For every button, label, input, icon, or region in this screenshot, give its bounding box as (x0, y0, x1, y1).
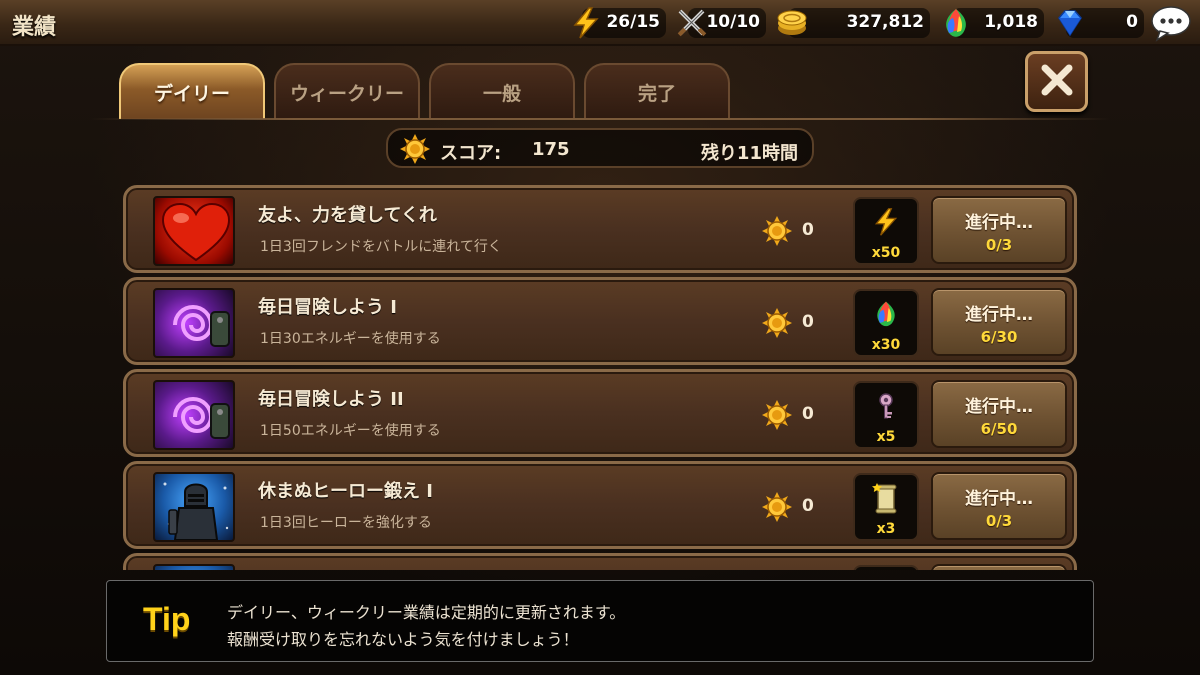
scroll-icon (855, 483, 917, 515)
progress-count: 6/30 (980, 328, 1018, 346)
tip-text-line-1: デイリー、ウィークリー業績は定期的に更新されます。 (227, 603, 626, 622)
reward-quantity: x50 (871, 245, 901, 261)
achievement-row[interactable]: 休まぬヒーロー鍛え I 1日3回ヒーローを強化する 0 x3 進行中… 0/3 (123, 461, 1077, 549)
achievement-name: 毎日冒険しよう I (258, 297, 397, 318)
diamond-counter[interactable]: 0 (1058, 8, 1144, 38)
achievement-list[interactable]: 友よ、力を貸してくれ 1日3回フレンドをバトルに連れて行く 0 x50 進行中…… (123, 182, 1077, 570)
tab-divider (90, 118, 1110, 120)
progress-count: 0/3 (985, 512, 1013, 530)
achievement-row[interactable]: 毎日冒険しよう II 1日50エネルギーを使用する 0 x5 進行中… 6/50 (123, 369, 1077, 457)
reward-slot[interactable] (853, 565, 919, 570)
achievement-points: 0 (802, 312, 814, 332)
tab-general[interactable]: 一般 (429, 63, 575, 119)
stamina-counter[interactable]: 26/15 (573, 7, 666, 39)
pvp-ticket-counter[interactable]: 10/10 (677, 8, 766, 38)
achievement-description: 1日50エネルギーを使用する (260, 423, 441, 439)
tip-label: Tip (143, 601, 191, 637)
top-bar: 業績 26/15 10/10 327,812 1,018 0 (0, 0, 1200, 46)
heart-icon (153, 196, 235, 266)
knight-icon (153, 564, 235, 570)
score-bar: スコア: 175 残り11時間 (386, 128, 814, 168)
sun-medal-icon (762, 492, 792, 526)
achievement-row-partial[interactable] (123, 553, 1077, 570)
lightning-icon (855, 207, 917, 237)
score-label: スコア: (440, 143, 502, 164)
achievement-description: 1日3回フレンドをバトルに連れて行く (260, 239, 502, 255)
achievement-row[interactable]: 毎日冒険しよう I 1日30エネルギーを使用する 0 x30 進行中… 6/30 (123, 277, 1077, 365)
tip-text-line-2: 報酬受け取りを忘れないよう気を付けましょう！ (227, 630, 579, 649)
reward-slot[interactable]: x3 (853, 473, 919, 541)
lightning-icon (568, 5, 604, 41)
sun-medal-icon (762, 400, 792, 434)
achievement-points: 0 (802, 220, 814, 240)
reward-slot[interactable]: x5 (853, 381, 919, 449)
achievement-description: 1日3回ヒーローを強化する (260, 515, 432, 531)
rainbow-gem-icon (938, 5, 974, 41)
stamina-value: 26/15 (606, 12, 660, 32)
key-icon (855, 391, 917, 421)
tab-weekly[interactable]: ウィークリー (274, 63, 420, 119)
tip-box: Tip デイリー、ウィークリー業績は定期的に更新されます。 報酬受け取りを忘れな… (106, 580, 1094, 662)
gold-value: 327,812 (846, 12, 924, 32)
achievement-description: 1日30エネルギーを使用する (260, 331, 441, 347)
progress-button[interactable]: 進行中… 0/3 (931, 196, 1067, 264)
achievement-name: 休まぬヒーロー鍛え I (258, 481, 433, 502)
sun-medal-icon (762, 308, 792, 342)
progress-button[interactable]: 進行中… 6/50 (931, 380, 1067, 448)
sun-medal-icon (762, 216, 792, 250)
time-remaining: 残り11時間 (700, 143, 798, 164)
tab-daily[interactable]: デイリー (119, 63, 265, 119)
knight-icon (153, 472, 235, 542)
crossed-swords-icon (674, 5, 710, 41)
progress-status: 進行中… (965, 213, 1033, 233)
progress-status: 進行中… (965, 397, 1033, 417)
sun-medal-icon (400, 134, 430, 168)
pvp-ticket-value: 10/10 (706, 12, 760, 32)
reward-quantity: x30 (871, 337, 901, 353)
reward-quantity: x5 (876, 429, 896, 445)
page-title: 業績 (12, 15, 57, 40)
reward-slot[interactable]: x30 (853, 289, 919, 357)
achievement-points: 0 (802, 404, 814, 424)
gold-counter[interactable]: 327,812 (777, 8, 930, 38)
achievement-row[interactable]: 友よ、力を貸してくれ 1日3回フレンドをバトルに連れて行く 0 x50 進行中…… (123, 185, 1077, 273)
chat-bubble-icon[interactable] (1150, 4, 1192, 42)
progress-status: 進行中… (965, 489, 1033, 509)
gold-coin-icon (774, 5, 810, 41)
achievement-name: 毎日冒険しよう II (258, 389, 404, 410)
progress-button[interactable]: 進行中… 6/30 (931, 288, 1067, 356)
reward-slot[interactable]: x50 (853, 197, 919, 265)
score-value: 175 (532, 139, 570, 160)
progress-status: 進行中… (965, 305, 1033, 325)
rainbow-gem-value: 1,018 (984, 12, 1038, 32)
close-x-icon (1037, 60, 1077, 104)
close-button[interactable] (1025, 51, 1088, 112)
progress-count: 6/50 (980, 420, 1018, 438)
tab-completed[interactable]: 完了 (584, 63, 730, 119)
progress-button[interactable] (931, 564, 1067, 570)
dark-portal-icon (153, 288, 235, 358)
reward-quantity: x3 (876, 521, 896, 537)
blue-diamond-icon (1052, 5, 1088, 41)
progress-count: 0/3 (985, 236, 1013, 254)
progress-button[interactable]: 進行中… 0/3 (931, 472, 1067, 540)
diamond-value: 0 (1126, 12, 1138, 32)
achievement-points: 0 (802, 496, 814, 516)
dark-portal-icon (153, 380, 235, 450)
achievement-name: 友よ、力を貸してくれ (258, 205, 437, 226)
rainbow-gem-counter[interactable]: 1,018 (946, 8, 1044, 38)
rainbow-gem-icon (855, 299, 917, 329)
